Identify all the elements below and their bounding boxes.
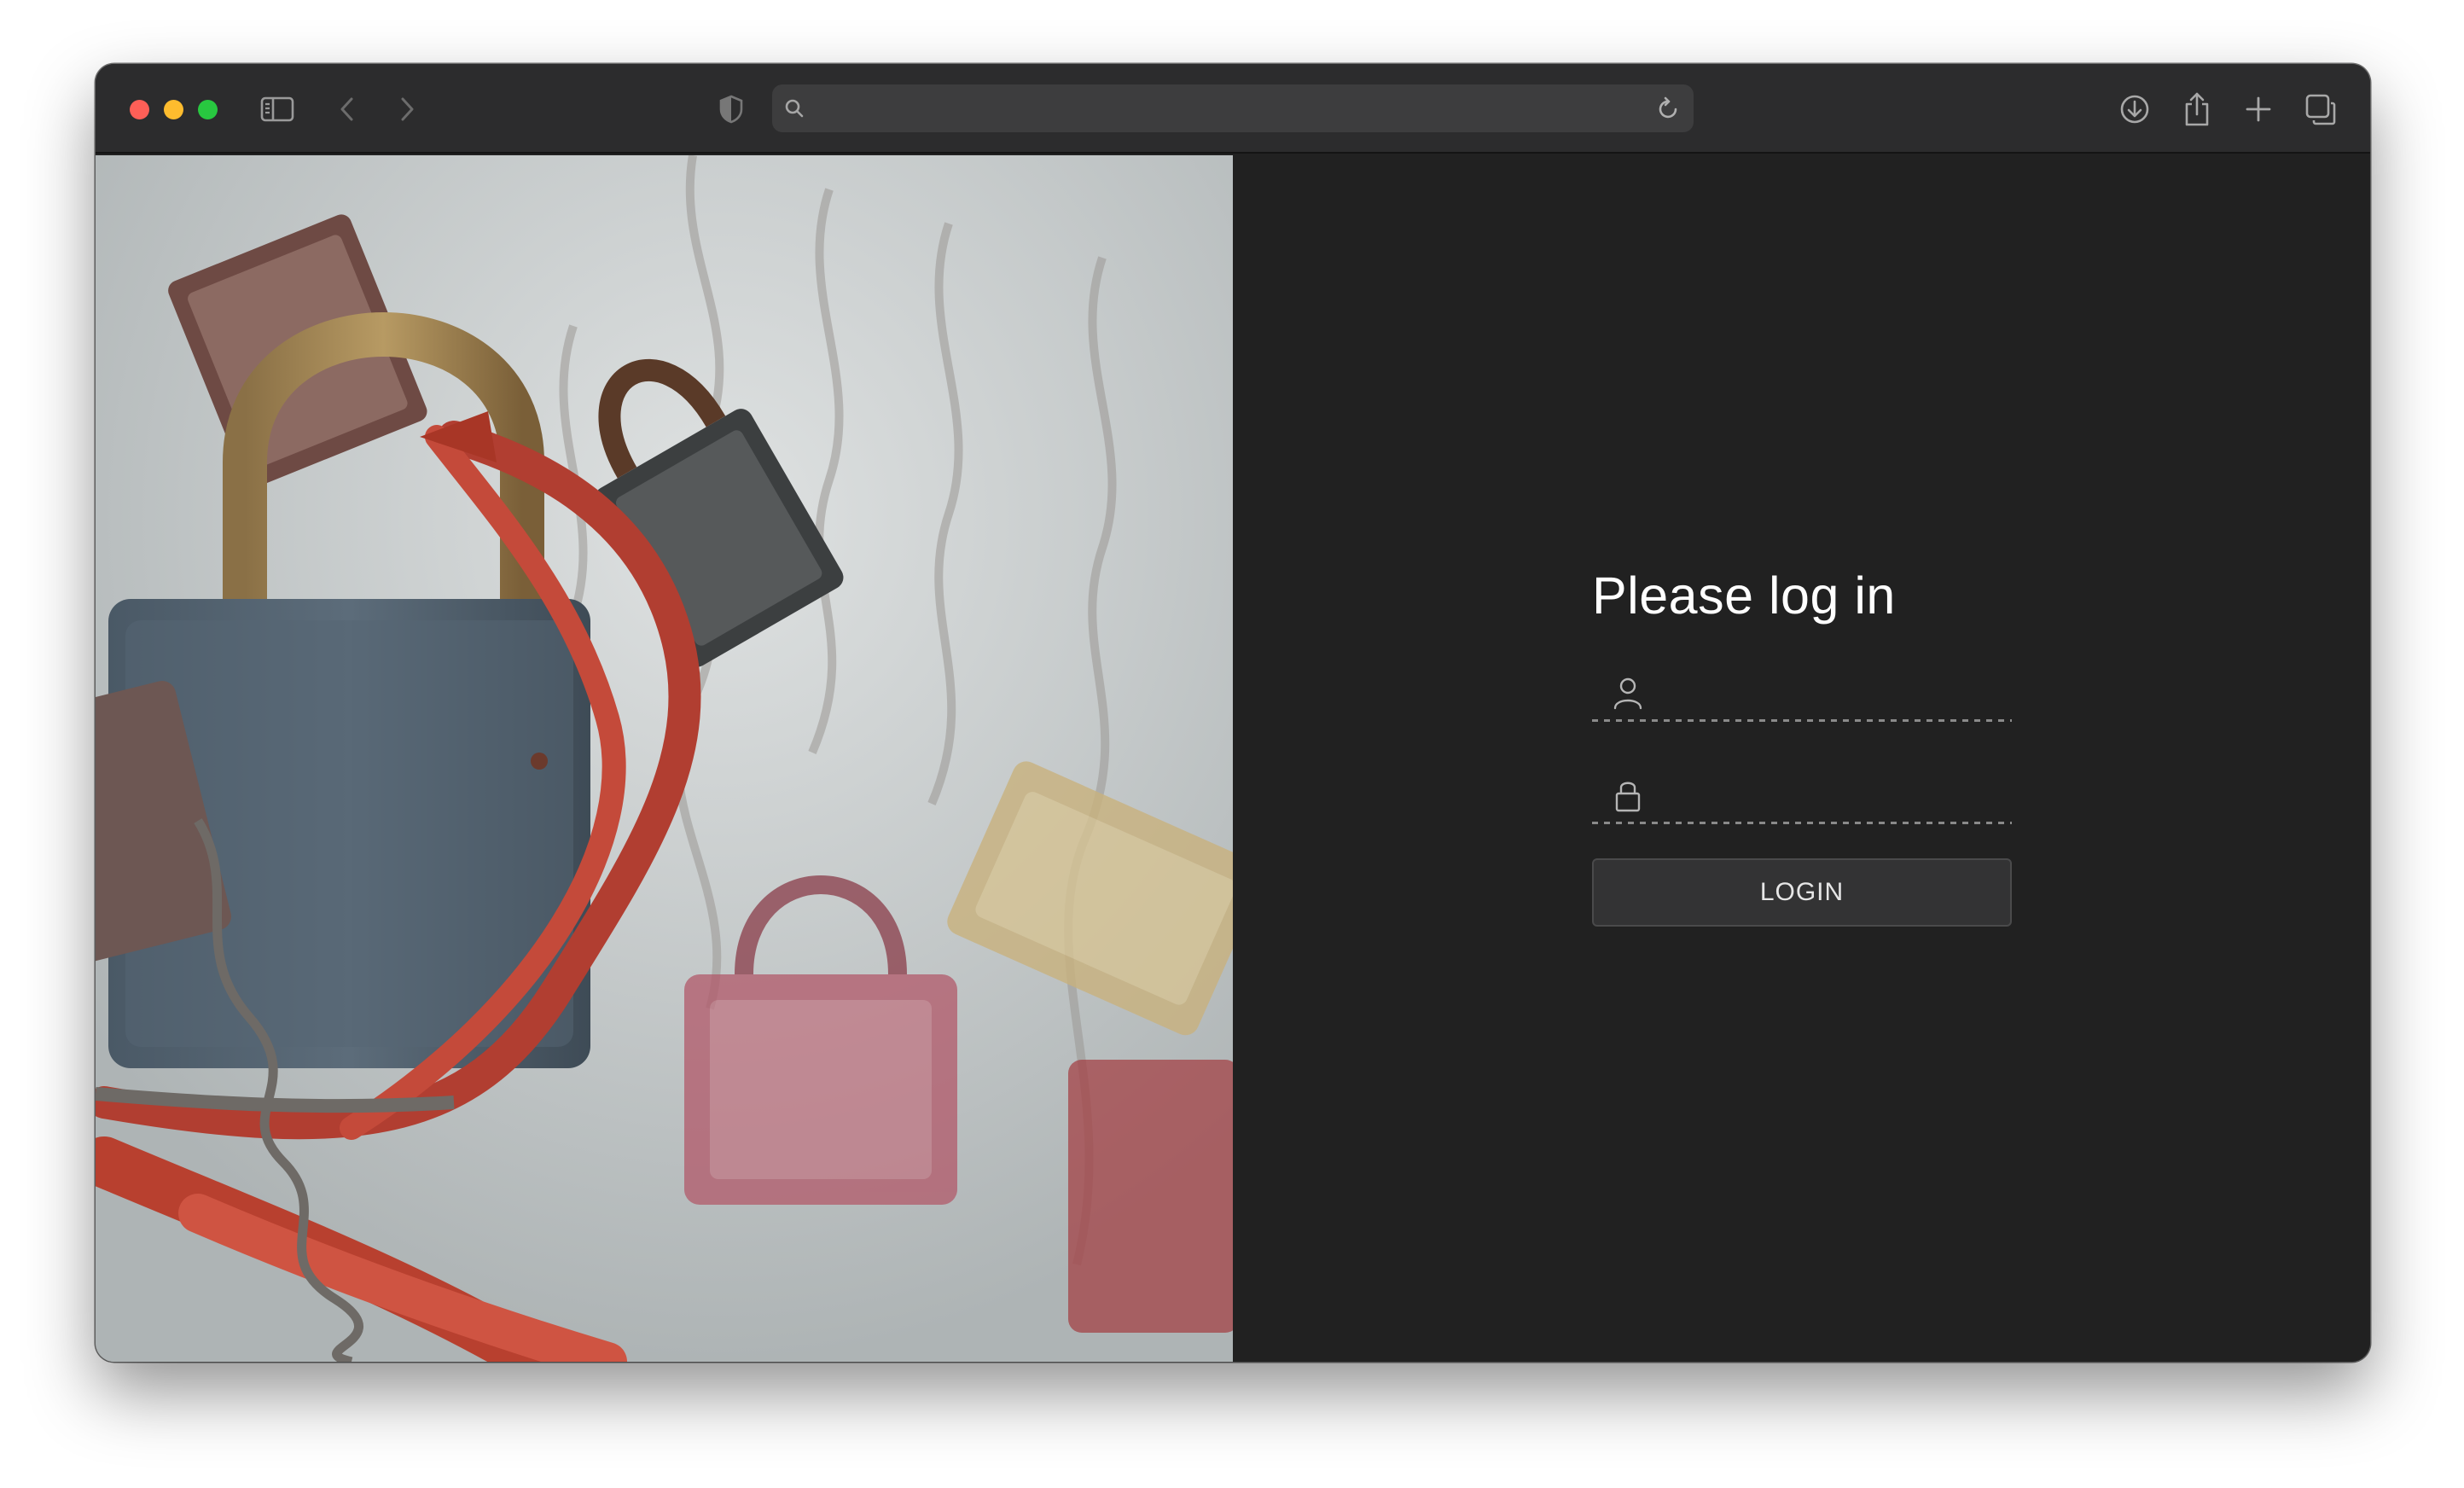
login-title: Please log in xyxy=(1592,567,1896,625)
login-form: Please log in LOGIN xyxy=(1592,560,2012,927)
close-window-button[interactable] xyxy=(130,100,149,119)
sidebar-icon[interactable] xyxy=(258,90,297,129)
padlocks-photo xyxy=(96,155,1233,1362)
chevron-right-icon[interactable] xyxy=(387,90,427,129)
lock-icon xyxy=(1615,782,1641,812)
username-field[interactable] xyxy=(1592,666,2012,722)
tabs-icon[interactable] xyxy=(2301,90,2340,129)
password-field[interactable] xyxy=(1592,768,2012,824)
user-icon xyxy=(1613,677,1642,710)
shield-icon[interactable] xyxy=(712,90,751,129)
browser-toolbar xyxy=(96,64,2370,154)
search-icon xyxy=(785,99,804,118)
login-button[interactable]: LOGIN xyxy=(1592,858,2012,927)
page-content: Please log in LOGIN xyxy=(96,155,2370,1362)
password-input[interactable] xyxy=(1653,775,2003,816)
download-icon[interactable] xyxy=(2115,90,2154,129)
login-panel: Please log in LOGIN xyxy=(1233,155,2370,1362)
username-input[interactable] xyxy=(1653,672,2003,713)
maximize-window-button[interactable] xyxy=(198,100,218,119)
chevron-left-icon[interactable] xyxy=(328,90,367,129)
address-bar[interactable] xyxy=(772,84,1694,132)
reload-icon[interactable] xyxy=(1656,95,1682,122)
browser-window: Please log in LOGIN xyxy=(96,64,2370,1362)
minimize-window-button[interactable] xyxy=(164,100,183,119)
plus-icon[interactable] xyxy=(2239,90,2278,129)
share-icon[interactable] xyxy=(2177,90,2217,129)
